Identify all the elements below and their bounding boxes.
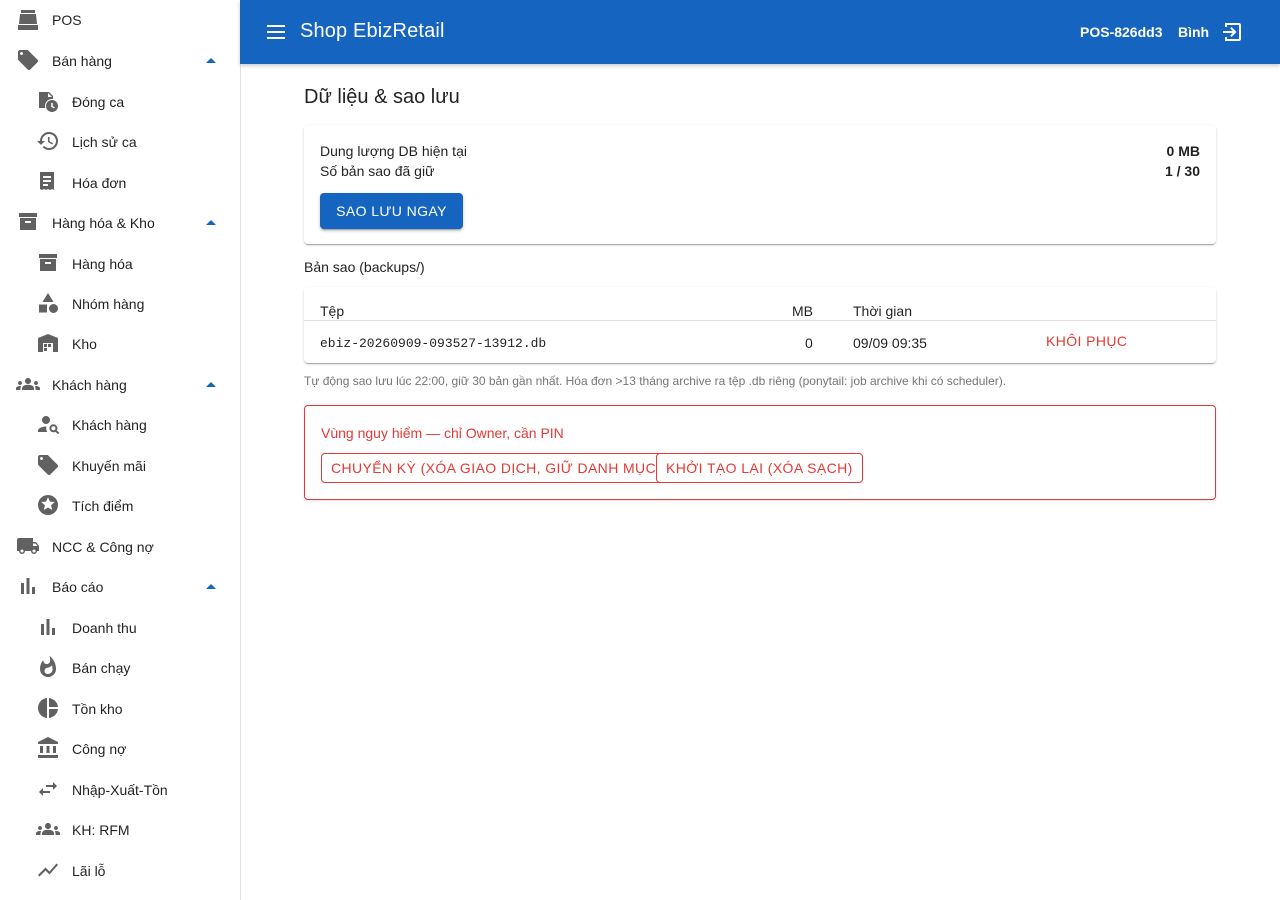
nav-customers[interactable]: Khách hàng [0,364,240,404]
chevron-up-icon [206,58,216,63]
trending-up-icon [36,858,60,882]
chevron-up-icon [206,584,216,589]
pie-chart-icon [36,696,60,720]
chevron-up-icon [206,382,216,387]
group-icon [36,817,60,841]
danger-zone: Vùng nguy hiểm — chỉ Owner, cần PIN CHUY… [304,405,1216,500]
category-icon [36,291,60,315]
star-circle-icon [36,493,60,517]
backup-time: 09/09 09:35 [853,335,927,351]
nav-suppliers[interactable]: NCC & Công nợ [0,526,240,566]
chevron-up-icon [206,220,216,225]
menu-icon[interactable] [264,20,288,44]
db-size-value: 0 MB [1166,143,1200,159]
archive-icon [16,210,40,234]
nav-product-groups[interactable]: Nhóm hàng [0,283,240,323]
nav-warehouse[interactable]: Kho [0,323,240,363]
nav-revenue[interactable]: Doanh thu [0,607,240,647]
receipt-icon [36,170,60,194]
archive-icon [36,251,60,275]
nav-pos[interactable]: POS [0,0,240,40]
nav-invoices[interactable]: Hóa đơn [0,162,240,202]
period-rollover-button[interactable]: CHUYỂN KỲ (XÓA GIAO DỊCH, GIỮ DANH MỤC) [321,453,672,483]
backup-file-size: 0 [805,335,813,351]
fire-icon [36,655,60,679]
bank-icon [36,736,60,760]
bar-chart-icon [36,615,60,639]
nav-promotions[interactable]: Khuyến mãi [0,445,240,485]
history-icon [36,129,60,153]
backup-count-label: Số bản sao đã giữ [320,163,435,179]
truck-icon [16,534,40,558]
shift-clock-icon [36,89,60,113]
person-search-icon [36,412,60,436]
restore-button[interactable]: KHÔI PHỤC [1046,333,1127,349]
tag-icon [36,453,60,477]
nav-best-sellers[interactable]: Bán chạy [0,647,240,687]
logout-icon[interactable] [1220,20,1244,44]
backups-section-title: Bản sao (backups/) [304,259,425,275]
nav-close-shift[interactable]: Đóng ca [0,81,240,121]
column-header-mb: MB [792,303,813,319]
backups-table: Tệp MB Thời gian ebiz-20260909-093527-13… [304,287,1216,363]
group-icon [16,372,40,396]
nav-products[interactable]: Hàng hóa [0,243,240,283]
nav-reports[interactable]: Báo cáo [0,566,240,606]
table-divider [304,320,1216,321]
nav-loyalty[interactable]: Tích điểm [0,485,240,525]
column-header-file: Tệp [320,303,345,319]
backup-now-button[interactable]: SAO LƯU NGAY [320,193,463,229]
backup-count-value: 1 / 30 [1164,163,1200,179]
tag-icon [16,48,40,72]
user-name: Bình [1178,24,1210,40]
warehouse-icon [36,331,60,355]
app-bar: Shop EbizRetail POS-826dd3 Bình [240,0,1280,64]
db-size-label: Dung lượng DB hiện tại [320,143,467,159]
page-title: Dữ liệu & sao lưu [304,86,460,108]
nav-debt[interactable]: Công nợ [0,728,240,768]
sidebar: POS Bán hàng Đóng ca Lịch sử ca Hóa đơn … [0,0,241,900]
column-header-time: Thời gian [853,303,912,319]
danger-zone-title: Vùng nguy hiểm — chỉ Owner, cần PIN [321,425,564,441]
nav-rfm[interactable]: KH: RFM [0,809,240,849]
nav-inventory[interactable]: Hàng hóa & Kho [0,202,240,242]
backup-file-name: ebiz-20260909-093527-13912.db [320,336,547,351]
nav-sales[interactable]: Bán hàng [0,40,240,80]
nav-customer-list[interactable]: Khách hàng [0,404,240,444]
swap-icon [36,777,60,801]
nav-stock[interactable]: Tồn kho [0,688,240,728]
factory-reset-button[interactable]: KHỞI TẠO LẠI (XÓA SẠCH) [656,453,863,483]
backup-policy-note: Tự động sao lưu lúc 22:00, giữ 30 bản gầ… [304,374,1007,388]
db-info-card: Dung lượng DB hiện tại 0 MB Số bản sao đ… [304,125,1216,244]
nav-shift-history[interactable]: Lịch sử ca [0,121,240,161]
nav-profit-loss[interactable]: Lãi lỗ [0,850,240,890]
cash-register-icon [16,8,40,32]
pos-terminal-id: POS-826dd3 [1080,24,1163,40]
app-title: Shop EbizRetail [300,20,445,42]
nav-inout-stock[interactable]: Nhập-Xuất-Tồn [0,769,240,809]
bar-chart-icon [16,574,40,598]
